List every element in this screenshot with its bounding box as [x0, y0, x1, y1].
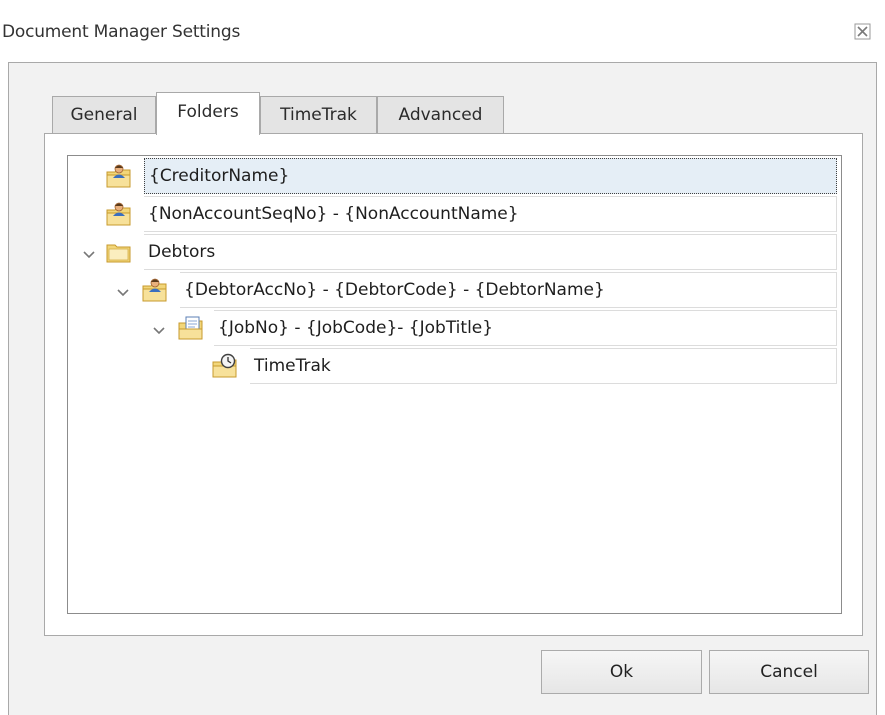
- tree-node-label[interactable]: Debtors: [144, 234, 837, 270]
- chevron-down-icon[interactable]: [82, 246, 96, 259]
- person-folder-icon: [106, 201, 132, 227]
- tab-advanced[interactable]: Advanced: [377, 96, 504, 133]
- tree-node-debtors[interactable]: Debtors: [68, 234, 841, 270]
- tree-node-creditor[interactable]: {CreditorName}: [68, 158, 841, 194]
- ok-button[interactable]: Ok: [541, 650, 702, 694]
- tree-node-label[interactable]: {CreditorName}: [144, 158, 837, 194]
- tree-node-label[interactable]: {NonAccountSeqNo} - {NonAccountName}: [144, 196, 837, 232]
- tree-node-job[interactable]: {JobNo} - {JobCode}- {JobTitle}: [68, 310, 841, 346]
- close-icon: [854, 23, 871, 40]
- title-bar: Document Manager Settings: [0, 0, 885, 62]
- person-folder-icon: [106, 163, 132, 189]
- tree-node-timetrak[interactable]: TimeTrak: [68, 348, 841, 384]
- cancel-button[interactable]: Cancel: [709, 650, 869, 694]
- tree-node-debtor-account[interactable]: {DebtorAccNo} - {DebtorCode} - {DebtorNa…: [68, 272, 841, 308]
- chevron-down-icon[interactable]: [152, 322, 166, 335]
- close-button[interactable]: [853, 22, 873, 42]
- tree-node-label[interactable]: {DebtorAccNo} - {DebtorCode} - {DebtorNa…: [180, 272, 837, 308]
- tree-node-label[interactable]: TimeTrak: [250, 348, 837, 384]
- settings-window: Document Manager Settings General Folder…: [0, 0, 885, 715]
- folder-tree[interactable]: {CreditorName} {NonAccountSeqNo} - {NonA…: [67, 155, 842, 614]
- folder-icon: [106, 239, 132, 265]
- chevron-down-icon[interactable]: [116, 284, 130, 297]
- tab-general[interactable]: General: [52, 96, 156, 133]
- tree-node-non-account[interactable]: {NonAccountSeqNo} - {NonAccountName}: [68, 196, 841, 232]
- tab-folders[interactable]: Folders: [156, 92, 260, 135]
- tree-node-label[interactable]: {JobNo} - {JobCode}- {JobTitle}: [214, 310, 837, 346]
- document-folder-icon: [178, 315, 204, 341]
- person-folder-icon: [142, 277, 168, 303]
- window-title: Document Manager Settings: [2, 22, 241, 42]
- clock-folder-icon: [212, 353, 238, 379]
- tab-timetrak[interactable]: TimeTrak: [260, 96, 377, 133]
